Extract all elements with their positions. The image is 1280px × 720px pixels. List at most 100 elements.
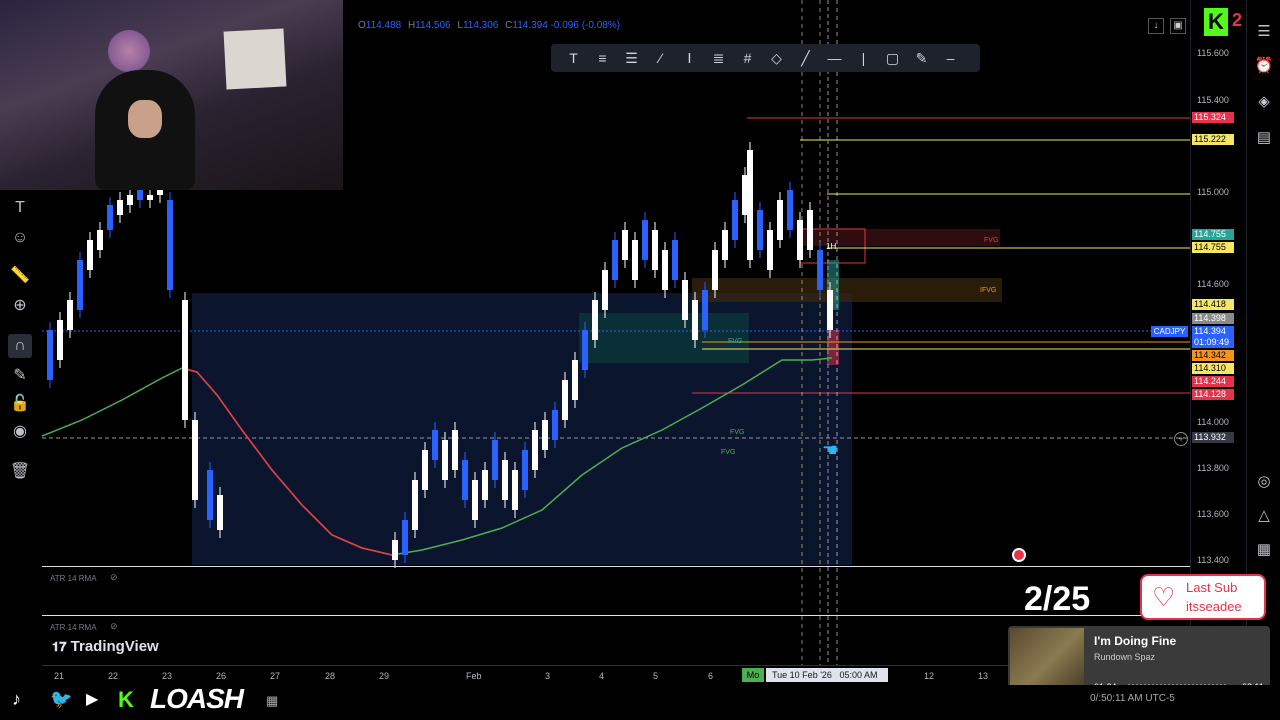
layers-icon[interactable]: ◈: [1252, 90, 1276, 114]
twitter-icon: 🐦: [50, 689, 73, 709]
label-fvg-1: FVG: [728, 338, 742, 345]
price-tag: 114.755: [1192, 242, 1234, 253]
last-sub-title: Last Sub: [1186, 580, 1238, 595]
eye-off-icon[interactable]: ⊘: [110, 621, 118, 632]
candle-body: [702, 290, 708, 330]
chat-icon[interactable]: ▤: [1252, 126, 1276, 150]
line-icon[interactable]: ╱: [791, 46, 820, 70]
wall-poster: [223, 28, 287, 90]
triangle-icon[interactable]: △: [1252, 504, 1276, 528]
price-label: 113.400: [1197, 555, 1229, 565]
minus-icon[interactable]: –: [936, 46, 965, 70]
atr-pane-1[interactable]: [42, 566, 1190, 615]
time-label: 29: [379, 671, 390, 681]
candle-body: [392, 540, 398, 560]
trash-icon[interactable]: 🗑: [8, 460, 32, 484]
label-1h: 1H: [826, 242, 836, 251]
candle-body: [767, 230, 773, 270]
price-tag: 114.244: [1192, 376, 1234, 387]
fvg-zone: [579, 313, 749, 363]
symbol-tag: CADJPY: [1151, 326, 1188, 337]
low-value: 114.306: [462, 20, 499, 31]
candle-body: [502, 460, 508, 500]
sub-goal-counter: 2/25: [1024, 580, 1091, 618]
candle-body: [622, 230, 628, 260]
atr-pane-1-label: ATR 14 RMA: [50, 574, 97, 583]
text-cursor-icon[interactable]: Ⅰ: [675, 46, 704, 70]
channel-name: LOASH: [150, 683, 244, 714]
screenshot-icon[interactable]: ▣: [1170, 18, 1186, 34]
shape-icon[interactable]: ◇: [762, 46, 791, 70]
pencil-lock-icon[interactable]: ✎: [8, 364, 32, 388]
fib-icon[interactable]: ≡: [588, 46, 617, 70]
candle-body: [642, 220, 648, 260]
text-tool-icon[interactable]: T: [559, 46, 588, 70]
candle-body: [817, 250, 823, 290]
candle-body: [442, 440, 448, 480]
grid-icon[interactable]: #: [733, 46, 762, 70]
candle-body: [47, 330, 53, 380]
list-icon[interactable]: ☰: [1252, 20, 1276, 44]
pen-icon[interactable]: ✎: [907, 46, 936, 70]
price-label: 114.000: [1197, 417, 1229, 427]
kick-logo-icon: K: [1204, 8, 1228, 36]
calendar-range-icon[interactable]: ▦: [266, 693, 278, 709]
ohlc-legend: O114.488 H114.506 L114.306 C114.394 -0.0…: [354, 20, 620, 31]
candle-body: [127, 195, 133, 205]
candle-body: [827, 290, 833, 330]
candle-body: [482, 470, 488, 500]
magnet-icon[interactable]: ∩: [8, 334, 32, 358]
time-label: 13: [978, 671, 989, 681]
price-tag: 114.398: [1192, 313, 1234, 324]
hline-icon[interactable]: —: [820, 46, 849, 70]
kick-icon: K: [118, 687, 134, 712]
time-label: 6: [708, 671, 714, 681]
tradingview-wordmark: TradingView: [70, 638, 159, 655]
candle-body: [472, 480, 478, 520]
eye-icon[interactable]: ◉: [8, 420, 32, 444]
cursor-time: 05:00 AM: [839, 670, 878, 680]
price-tag: 114.128: [1192, 389, 1234, 400]
lines-icon[interactable]: ≣: [704, 46, 733, 70]
candle-body: [592, 300, 598, 340]
candle-body: [757, 210, 763, 250]
eye-off-icon[interactable]: ⊘: [110, 572, 118, 583]
time-label: 3: [545, 671, 551, 681]
clock-icon[interactable]: ⏰: [1252, 54, 1276, 78]
lock-icon[interactable]: 🔓: [8, 392, 32, 416]
text-icon[interactable]: T: [8, 196, 32, 220]
open-value: 114.488: [365, 20, 402, 31]
kick-badge: 2: [1232, 10, 1243, 30]
candle-body: [117, 200, 123, 215]
candle-body: [107, 205, 113, 230]
song-title: I'm Doing Fine: [1094, 634, 1177, 648]
brush-icon[interactable]: ⁄: [646, 46, 675, 70]
zoom-icon[interactable]: ⊕: [8, 294, 32, 318]
open-label: O: [358, 20, 366, 31]
add-alert-icon[interactable]: +: [1174, 432, 1188, 446]
emoji-icon[interactable]: ☺: [8, 226, 32, 250]
candle-body: [807, 210, 813, 250]
price-tag: 114.418: [1192, 299, 1234, 310]
high-value: 114.506: [415, 20, 451, 31]
candle-body: [672, 240, 678, 280]
channel-icon[interactable]: ☰: [617, 46, 646, 70]
candle-body: [747, 150, 753, 260]
rect-icon[interactable]: ▢: [878, 46, 907, 70]
price-axis[interactable]: 115.600 115.400 115.000 114.600 114.000 …: [1190, 0, 1245, 665]
time-label: 21: [54, 671, 65, 681]
price-label: 114.600: [1197, 279, 1229, 289]
calendar-icon[interactable]: ▦: [1252, 538, 1276, 562]
download-icon[interactable]: ↓: [1148, 18, 1164, 34]
label-fvg-3: FVG: [721, 449, 735, 456]
candle-body: [682, 280, 688, 320]
candle-body: [692, 300, 698, 340]
time-label: Feb: [466, 671, 482, 681]
candle-body: [632, 240, 638, 280]
vline-icon[interactable]: |: [849, 46, 878, 70]
candle-body: [167, 200, 173, 290]
candle-body: [157, 190, 163, 195]
ruler-icon[interactable]: 📏: [8, 264, 32, 288]
target-icon[interactable]: ◎: [1252, 470, 1276, 494]
candle-body: [787, 190, 793, 230]
